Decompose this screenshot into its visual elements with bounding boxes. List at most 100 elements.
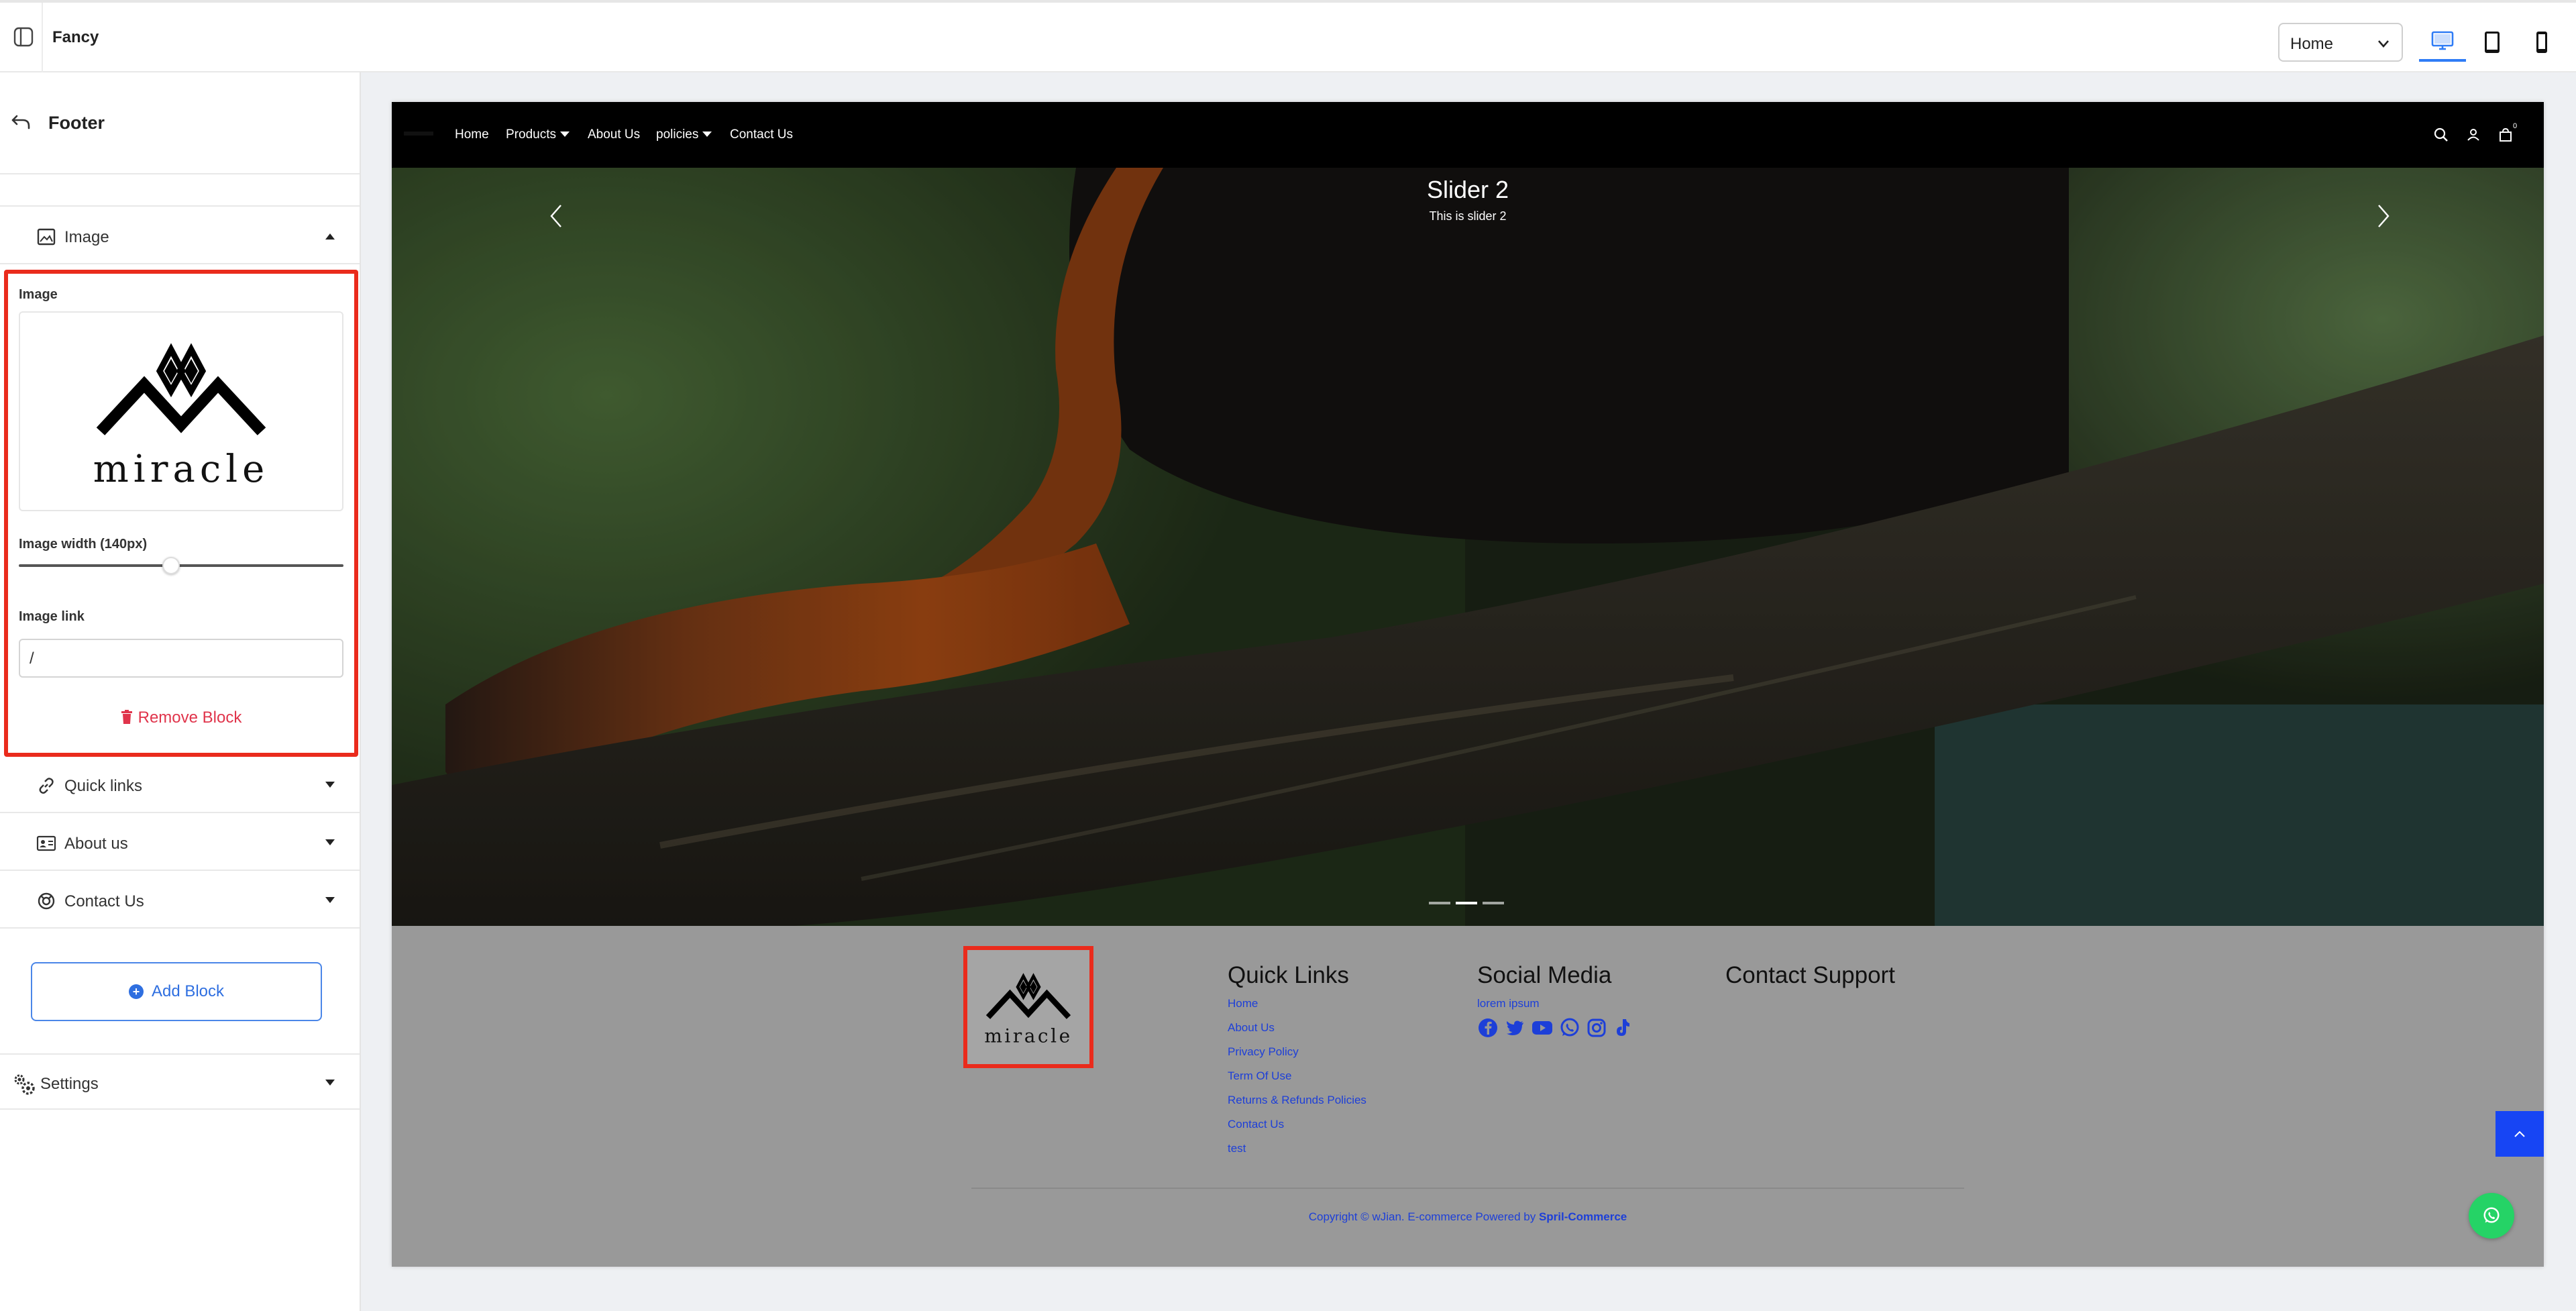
footer-link-test[interactable]: test bbox=[1228, 1142, 1246, 1155]
image-width-slider[interactable] bbox=[19, 556, 343, 576]
powered-by-link[interactable]: Spril-Commerce bbox=[1539, 1210, 1627, 1223]
social-media-heading: Social Media bbox=[1477, 962, 1612, 988]
instagram-icon[interactable] bbox=[1586, 1017, 1607, 1039]
footer-link-term-of-use[interactable]: Term Of Use bbox=[1228, 1069, 1291, 1083]
site-footer: miracle Quick Links Home About Us Privac… bbox=[392, 926, 2544, 1267]
section-settings-label: Settings bbox=[40, 1075, 99, 1093]
nav-item-policies[interactable]: policies bbox=[656, 127, 712, 142]
caret-down-icon bbox=[325, 897, 335, 903]
section-contact-us[interactable]: Contact Us bbox=[0, 872, 360, 929]
slider-thumb[interactable] bbox=[162, 557, 180, 574]
slide-indicator-active[interactable] bbox=[1456, 902, 1477, 904]
support-icon bbox=[38, 892, 55, 910]
remove-block-button[interactable]: Remove Block bbox=[8, 709, 354, 727]
id-card-icon bbox=[36, 835, 56, 851]
whatsapp-icon bbox=[2483, 1207, 2500, 1223]
page-select-value: Home bbox=[2290, 35, 2334, 53]
section-about-us-label: About us bbox=[64, 835, 128, 853]
link-icon bbox=[39, 778, 54, 794]
slide-indicator[interactable] bbox=[1483, 902, 1504, 904]
hero-image bbox=[392, 168, 2544, 926]
nav-item-about-us[interactable]: About Us bbox=[588, 127, 640, 142]
nav-item-contact-us[interactable]: Contact Us bbox=[730, 127, 793, 142]
copyright-text: Copyright © wJian. E-commerce Powered by… bbox=[1308, 1210, 1627, 1223]
footer-link-contact-us[interactable]: Contact Us bbox=[1228, 1118, 1284, 1131]
section-quick-links[interactable]: Quick links bbox=[0, 757, 360, 813]
chevron-left-icon[interactable] bbox=[546, 203, 566, 229]
footer-link-home[interactable]: Home bbox=[1228, 997, 1258, 1010]
caret-up-icon bbox=[325, 233, 335, 240]
top-bar: Fancy Home bbox=[0, 0, 2576, 72]
tiktok-icon[interactable] bbox=[1613, 1017, 1631, 1039]
add-block-button[interactable]: + Add Block bbox=[31, 962, 322, 1021]
section-quick-links-label: Quick links bbox=[64, 777, 143, 795]
slider-track bbox=[19, 564, 343, 567]
quick-links-heading: Quick Links bbox=[1228, 962, 1349, 988]
hero-title: Slider 2 bbox=[1426, 176, 1509, 203]
site-navbar: Home Products About Us policies Contact … bbox=[392, 102, 2544, 168]
site-logo[interactable] bbox=[404, 132, 433, 136]
desktop-icon bbox=[2431, 31, 2454, 50]
gears-icon bbox=[14, 1074, 35, 1095]
hero-slider: Slider 2 This is slider 2 bbox=[392, 168, 2544, 926]
sidebar-spacer bbox=[0, 174, 360, 207]
remove-block-label: Remove Block bbox=[138, 709, 242, 727]
image-link-input[interactable]: / bbox=[19, 639, 343, 678]
whatsapp-chat-button[interactable] bbox=[2469, 1193, 2514, 1239]
section-settings[interactable]: Settings bbox=[0, 1053, 360, 1110]
caret-down-icon bbox=[325, 782, 335, 788]
sidebar-toggle-icon[interactable] bbox=[12, 25, 35, 48]
social-icons bbox=[1477, 1017, 1631, 1039]
miracle-logo: miracle bbox=[93, 343, 266, 491]
twitter-icon[interactable] bbox=[1504, 1017, 1525, 1039]
cart-count-badge: 0 bbox=[2513, 122, 2518, 130]
section-about-us[interactable]: About us bbox=[0, 815, 360, 871]
mobile-view-button[interactable] bbox=[2518, 23, 2565, 62]
contact-support-heading: Contact Support bbox=[1725, 962, 1895, 988]
slide-indicator[interactable] bbox=[1429, 902, 1450, 904]
facebook-icon[interactable] bbox=[1477, 1017, 1499, 1039]
image-width-label: Image width (140px) bbox=[19, 537, 148, 552]
footer-link-about-us[interactable]: About Us bbox=[1228, 1021, 1275, 1035]
topbar-divider bbox=[42, 3, 43, 72]
caret-down-icon bbox=[325, 839, 335, 845]
chevron-down-icon bbox=[2378, 40, 2389, 48]
page-select[interactable]: Home bbox=[2278, 23, 2403, 62]
tablet-icon bbox=[2485, 32, 2500, 53]
youtube-icon[interactable] bbox=[1531, 1017, 1554, 1039]
app-title: Fancy bbox=[52, 28, 99, 46]
footer-divider bbox=[971, 1188, 1964, 1189]
scroll-to-top-button[interactable] bbox=[2496, 1111, 2544, 1157]
nav-item-products[interactable]: Products bbox=[506, 127, 570, 142]
back-arrow-icon[interactable] bbox=[9, 110, 32, 133]
trash-icon bbox=[121, 710, 132, 724]
sidebar-header: Footer bbox=[0, 72, 360, 174]
caret-down-icon bbox=[325, 1080, 335, 1086]
hero-subtitle: This is slider 2 bbox=[1429, 209, 1507, 223]
social-media-text: lorem ipsum bbox=[1477, 997, 1540, 1010]
image-block-editor: Image miracle Image width (140px) Image … bbox=[4, 270, 358, 757]
image-field-label: Image bbox=[19, 287, 58, 302]
sidebar-title: Footer bbox=[48, 113, 105, 133]
footer-link-returns[interactable]: Returns & Refunds Policies bbox=[1228, 1094, 1366, 1107]
user-icon[interactable] bbox=[2465, 126, 2482, 144]
nav-item-home[interactable]: Home bbox=[455, 127, 489, 142]
chevron-right-icon[interactable] bbox=[2373, 203, 2394, 229]
caret-down-icon bbox=[702, 132, 712, 137]
cart-icon[interactable] bbox=[2497, 126, 2514, 144]
desktop-view-button[interactable] bbox=[2419, 23, 2466, 62]
whatsapp-icon[interactable] bbox=[1559, 1017, 1580, 1039]
section-image[interactable]: Image bbox=[0, 208, 360, 264]
caret-down-icon bbox=[559, 132, 570, 137]
section-contact-us-label: Contact Us bbox=[64, 892, 144, 910]
image-picker[interactable]: miracle bbox=[19, 311, 343, 511]
plus-circle-icon: + bbox=[128, 984, 144, 999]
footer-link-privacy-policy[interactable]: Privacy Policy bbox=[1228, 1045, 1299, 1059]
footer-logo[interactable]: miracle bbox=[963, 946, 1093, 1068]
svg-text:miracle: miracle bbox=[984, 1025, 1072, 1047]
mobile-icon bbox=[2536, 32, 2547, 53]
section-image-label: Image bbox=[64, 228, 109, 246]
tablet-view-button[interactable] bbox=[2469, 23, 2516, 62]
search-icon[interactable] bbox=[2432, 126, 2450, 144]
image-icon bbox=[37, 228, 56, 246]
